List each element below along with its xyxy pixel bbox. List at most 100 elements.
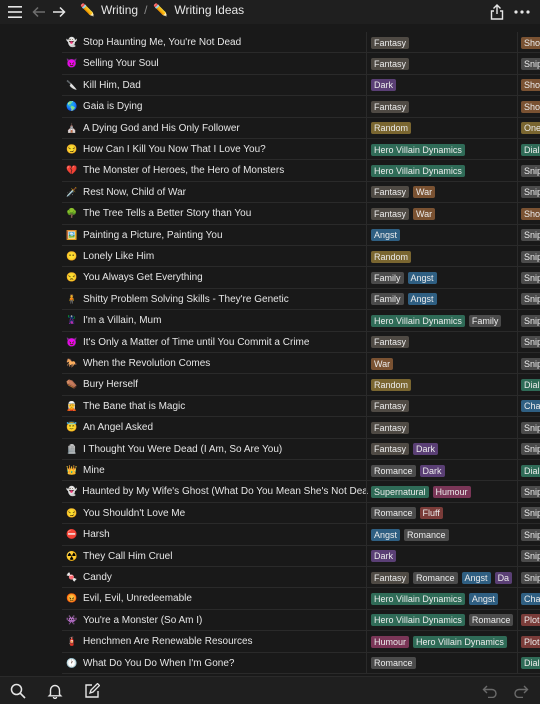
row-title[interactable]: They Call Him Cruel xyxy=(83,551,172,562)
tags-cell[interactable]: Fantasy War xyxy=(371,182,519,203)
type-cell[interactable]: Snip xyxy=(521,246,540,267)
row-title-cell[interactable]: 🗡️ Rest Now, Child of War xyxy=(66,182,368,203)
row-title[interactable]: The Monster of Heroes, the Hero of Monst… xyxy=(83,165,284,176)
tags-cell[interactable]: Fantasy War xyxy=(371,203,519,224)
tags-cell[interactable]: Family Angst xyxy=(371,289,519,310)
row-title[interactable]: Rest Now, Child of War xyxy=(83,187,186,198)
tags-cell[interactable]: Fantasy xyxy=(371,32,519,53)
row-title-cell[interactable]: 👻 Stop Haunting Me, You're Not Dead xyxy=(66,32,368,53)
row-title[interactable]: Haunted by My Wife's Ghost (What Do You … xyxy=(82,486,368,497)
type-cell[interactable]: Snip xyxy=(521,53,540,74)
type-cell[interactable]: Cha xyxy=(521,396,540,417)
row-title-cell[interactable]: 🌎 Gaia is Dying xyxy=(66,96,368,117)
type-cell[interactable]: Snip xyxy=(521,524,540,545)
row-title[interactable]: I'm a Villain, Mum xyxy=(83,315,161,326)
row-title[interactable]: The Bane that is Magic xyxy=(83,401,185,412)
tags-cell[interactable]: Fantasy Dark xyxy=(371,439,519,460)
row-title-cell[interactable]: ☢️ They Call Him Cruel xyxy=(66,546,368,567)
row-title-cell[interactable]: 🕐 What Do You Do When I'm Gone? xyxy=(66,653,368,674)
table-row[interactable]: 🔪 Kill Him, Dad Dark Sho xyxy=(62,74,540,97)
row-title[interactable]: I Thought You Were Dead (I Am, So Are Yo… xyxy=(83,444,282,455)
share-icon[interactable] xyxy=(488,2,506,22)
row-title-cell[interactable]: 🦹 I'm a Villain, Mum xyxy=(66,310,368,331)
type-cell[interactable]: Snip xyxy=(521,417,540,438)
row-title[interactable]: You're a Monster (So Am I) xyxy=(83,615,202,626)
row-title[interactable]: Painting a Picture, Painting You xyxy=(83,230,223,241)
table-row[interactable]: 🧍 Shitty Problem Solving Skills - They're… xyxy=(62,288,540,311)
tags-cell[interactable]: Hero Villain Dynamics Angst xyxy=(371,588,519,609)
row-title-cell[interactable]: 🍬 Candy xyxy=(66,567,368,588)
table-row[interactable]: 😡 Evil, Evil, Unredeemable Hero Villain Dy… xyxy=(62,588,540,610)
type-cell[interactable]: Dial xyxy=(521,460,540,481)
tags-cell[interactable]: Humour Hero Villain Dynamics xyxy=(371,631,519,652)
row-title[interactable]: Lonely Like Him xyxy=(83,251,154,262)
type-cell[interactable]: Sho xyxy=(521,203,540,224)
table-row[interactable]: ⛔ Harsh Angst Romance Snip xyxy=(62,524,540,546)
table-row[interactable]: ☢️ They Call Him Cruel Dark Snip xyxy=(62,545,540,567)
tags-cell[interactable]: Fantasy xyxy=(371,96,519,117)
row-title-cell[interactable]: 😡 Evil, Evil, Unredeemable xyxy=(66,588,368,609)
row-title[interactable]: Shitty Problem Solving Skills - They're … xyxy=(83,294,289,305)
breadcrumb-item-writing[interactable]: Writing xyxy=(101,3,138,17)
row-title-cell[interactable]: 🐎 When the Revolution Comes xyxy=(66,353,368,374)
bell-icon[interactable] xyxy=(45,681,65,701)
row-title[interactable]: An Angel Asked xyxy=(83,422,153,433)
row-title-cell[interactable]: 👾 You're a Monster (So Am I) xyxy=(66,610,368,631)
redo-icon[interactable] xyxy=(511,681,531,701)
row-title[interactable]: It's Only a Matter of Time until You Com… xyxy=(83,337,309,348)
row-title-cell[interactable]: 🔪 Kill Him, Dad xyxy=(66,75,368,96)
table-row[interactable]: 😏 How Can I Kill You Now That I Love You?… xyxy=(62,139,540,161)
type-cell[interactable]: Snip xyxy=(521,160,540,181)
table-row[interactable]: 🕐 What Do You Do When I'm Gone? Romance Dia… xyxy=(62,652,540,674)
tags-cell[interactable]: Supernatural Humour xyxy=(371,481,519,502)
row-title-cell[interactable]: 😏 You Shouldn't Love Me xyxy=(66,503,368,524)
row-title-cell[interactable]: 👑 Mine xyxy=(66,460,368,481)
table-row[interactable]: 🧝 The Bane that is Magic Fantasy Cha xyxy=(62,395,540,418)
type-cell[interactable]: Sho xyxy=(521,75,540,96)
row-title[interactable]: Bury Herself xyxy=(83,379,138,390)
row-title[interactable]: What Do You Do When I'm Gone? xyxy=(83,658,234,669)
row-title[interactable]: You Always Get Everything xyxy=(83,272,203,283)
tags-cell[interactable]: Fantasy xyxy=(371,53,519,74)
type-cell[interactable]: Snip xyxy=(521,567,540,588)
row-title-cell[interactable]: 🧝 The Bane that is Magic xyxy=(66,396,368,417)
row-title-cell[interactable]: 🌳 The Tree Tells a Better Story than You xyxy=(66,203,368,224)
tags-cell[interactable]: Romance Fluff xyxy=(371,503,519,524)
row-title-cell[interactable]: 🧍 Shitty Problem Solving Skills - They're… xyxy=(66,289,368,310)
row-title[interactable]: Stop Haunting Me, You're Not Dead xyxy=(83,37,241,48)
row-title-cell[interactable]: 😶 Lonely Like Him xyxy=(66,246,368,267)
row-title[interactable]: Kill Him, Dad xyxy=(83,80,141,91)
type-cell[interactable]: Plot xyxy=(521,631,540,652)
tags-cell[interactable]: Romance Dark xyxy=(371,460,519,481)
type-cell[interactable]: Snip xyxy=(521,267,540,288)
table-row[interactable]: 👾 You're a Monster (So Am I) Hero Villain … xyxy=(62,609,540,632)
type-cell[interactable]: Snip xyxy=(521,182,540,203)
row-title-cell[interactable]: 😈 It's Only a Matter of Time until You Co… xyxy=(66,332,368,353)
row-title[interactable]: A Dying God and His Only Follower xyxy=(83,123,240,134)
table-row[interactable]: 👑 Mine Romance Dark Dial xyxy=(62,460,540,482)
tags-cell[interactable]: War xyxy=(371,353,519,374)
row-title-cell[interactable]: ⚰️ Bury Herself xyxy=(66,374,368,395)
row-title-cell[interactable]: 😇 An Angel Asked xyxy=(66,417,368,438)
row-title[interactable]: The Tree Tells a Better Story than You xyxy=(83,208,251,219)
table-row[interactable]: 🐎 When the Revolution Comes War Snip xyxy=(62,353,540,375)
tags-cell[interactable]: Hero Villain Dynamics xyxy=(371,160,519,181)
row-title-cell[interactable]: 🪦 I Thought You Were Dead (I Am, So Are Y… xyxy=(66,439,368,460)
row-title[interactable]: Candy xyxy=(83,572,112,583)
row-title[interactable]: Harsh xyxy=(83,529,110,540)
breadcrumb-item-writing-ideas[interactable]: Writing Ideas xyxy=(174,3,244,17)
table-row[interactable]: 🧯 Henchmen Are Renewable Resources Humour H… xyxy=(62,631,540,653)
tags-cell[interactable]: Angst xyxy=(371,225,519,246)
row-title[interactable]: Selling Your Soul xyxy=(83,58,159,69)
row-title-cell[interactable]: ⛔ Harsh xyxy=(66,524,368,545)
tags-cell[interactable]: Hero Villain Dynamics Family xyxy=(371,310,519,331)
type-cell[interactable]: Snip xyxy=(521,353,540,374)
table-row[interactable]: ⛪ A Dying God and His Only Follower Random… xyxy=(62,117,540,139)
table-row[interactable]: 🍬 Candy Fantasy Romance Angst Da Snip xyxy=(62,567,540,589)
table-row[interactable]: 👻 Haunted by My Wife's Ghost (What Do You… xyxy=(62,481,540,503)
type-cell[interactable]: Snip xyxy=(521,225,540,246)
type-cell[interactable]: One xyxy=(521,118,540,139)
row-title-cell[interactable]: 😒 You Always Get Everything xyxy=(66,267,368,288)
tags-cell[interactable]: Romance xyxy=(371,653,519,674)
tags-cell[interactable]: Random xyxy=(371,118,519,139)
